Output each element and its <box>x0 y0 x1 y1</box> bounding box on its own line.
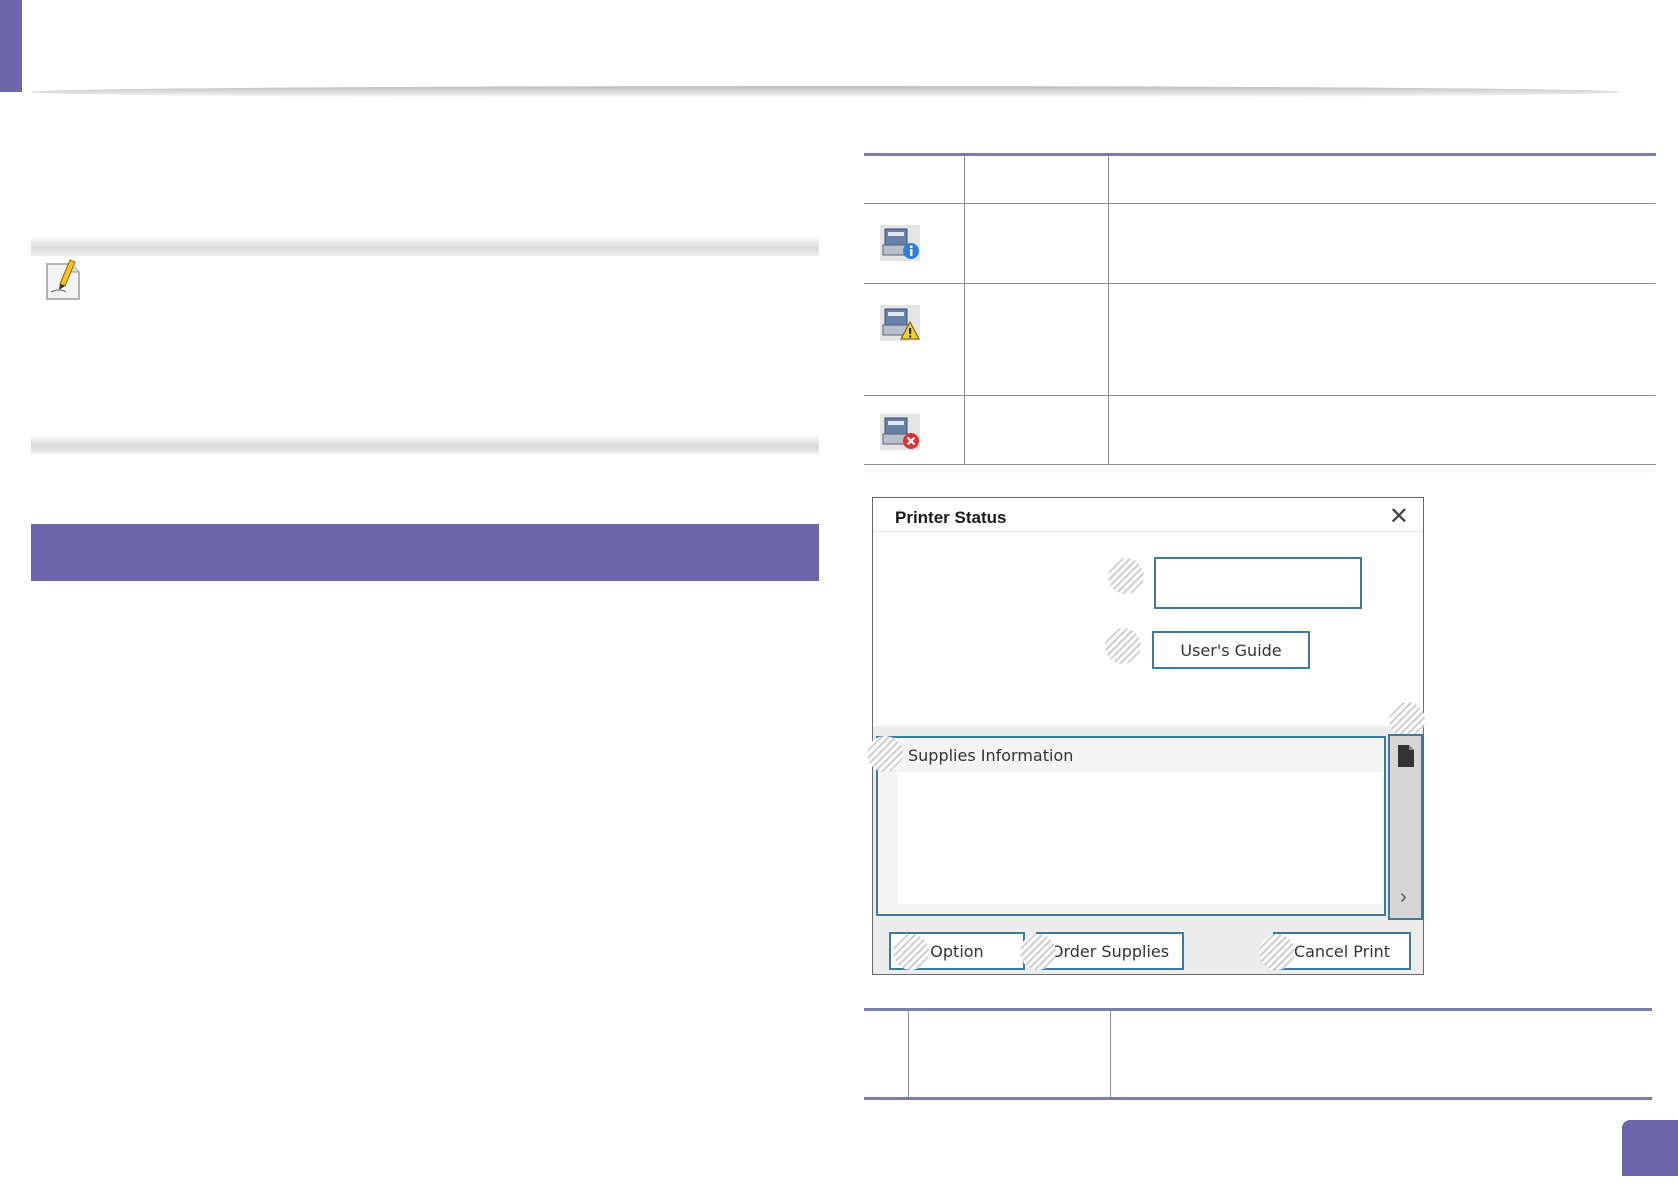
supplies-information-label: Supplies Information <box>908 746 1074 765</box>
header-accent-bar <box>0 0 22 92</box>
table-column-rule <box>1110 1011 1111 1097</box>
supplies-information-panel: Supplies Information <box>876 736 1386 916</box>
table-row-rule <box>864 283 1656 284</box>
chevron-right-icon[interactable]: › <box>1400 886 1407 909</box>
callout-marker <box>1108 558 1144 594</box>
table-column-rule <box>908 1011 909 1097</box>
side-panel[interactable]: › <box>1388 734 1423 920</box>
callout-marker <box>1105 628 1141 664</box>
printer-status-dialog: Printer Status ✕ User's Guide Supplies I… <box>867 497 1425 975</box>
printer-warning-icon <box>880 305 920 341</box>
close-icon[interactable]: ✕ <box>1389 504 1409 530</box>
callout-marker <box>867 736 903 772</box>
dialog-title: Printer Status <box>895 508 1007 527</box>
note-pencil-icon <box>46 259 80 300</box>
document-icon[interactable] <box>1397 744 1415 768</box>
order-supplies-button[interactable]: Order Supplies <box>1036 932 1184 970</box>
users-guide-button[interactable]: User's Guide <box>1152 631 1310 669</box>
table-top-rule <box>864 1008 1652 1011</box>
header-rule <box>30 86 1620 98</box>
note-top-bar <box>31 236 819 256</box>
table-top-rule <box>864 153 1656 156</box>
table-bottom-rule <box>864 1097 1652 1100</box>
supplies-content-area <box>898 772 1382 904</box>
table-column-rule <box>964 156 965 464</box>
callout-marker <box>1020 934 1056 970</box>
description-table <box>864 1008 1652 1100</box>
callout-marker <box>1259 934 1295 970</box>
page-number-badge <box>1622 1120 1678 1176</box>
printer-error-icon <box>880 414 920 450</box>
status-message-box <box>1154 557 1362 609</box>
table-bottom-rule <box>864 464 1656 465</box>
printer-info-icon <box>880 225 920 261</box>
title-separator <box>873 531 1423 532</box>
note-bottom-bar <box>31 434 819 454</box>
callout-marker <box>893 934 929 970</box>
table-header-rule <box>864 203 1656 204</box>
section-heading-band <box>31 524 819 581</box>
status-icon-table <box>864 153 1656 465</box>
callout-marker <box>1389 702 1425 738</box>
table-column-rule <box>1108 156 1109 464</box>
table-row-rule <box>864 395 1656 396</box>
